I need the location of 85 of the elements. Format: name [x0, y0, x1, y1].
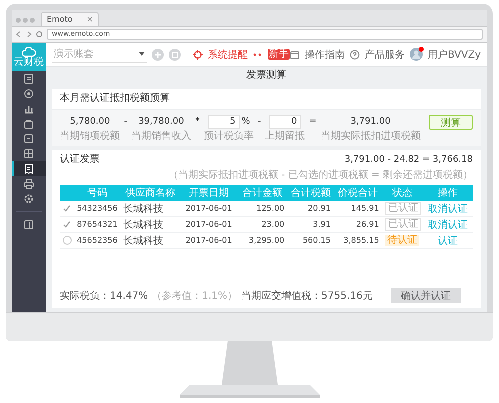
column-header: 合计金额 [237, 185, 288, 201]
reference-text: （参考值：1.1%） [152, 290, 238, 302]
document-icon [23, 72, 35, 84]
table-cell: 长城科技 [120, 232, 181, 248]
table-cell: 23.00 [237, 216, 288, 232]
formula-note: （当期实际抵扣进项税额 - 已勾选的进项税额 = 剩余还需进项税额） [167, 170, 474, 183]
target-icon[interactable] [192, 50, 203, 60]
table-cell: 长城科技 [120, 216, 181, 232]
table-cell: 3.91 [288, 216, 334, 232]
column-header: 号码 [74, 185, 120, 201]
amount-label: 当期销项税额 [60, 131, 120, 142]
table-cell: 3,295.00 [237, 232, 288, 248]
bag-icon [23, 118, 35, 130]
column-header: 合计税额 [288, 185, 334, 201]
gear-icon [23, 192, 35, 204]
more-icon[interactable] [252, 52, 263, 56]
column-header: 价税合计 [334, 185, 382, 201]
sidebar-item[interactable] [12, 161, 46, 176]
navigation-arrows-icon[interactable] [16, 31, 32, 38]
column-header: 状态 [382, 185, 423, 201]
help-icon[interactable] [350, 50, 360, 60]
amount-value: 39,780.00 [138, 116, 184, 129]
status-tag: 待认证 [385, 235, 420, 246]
logo-text: 云财税 [14, 56, 44, 68]
checkbox[interactable] [63, 204, 72, 213]
table-cell: 长城科技 [120, 201, 181, 216]
column-header: 操作 [422, 185, 473, 201]
close-icon[interactable]: × [86, 14, 94, 25]
browser-tab[interactable]: Emoto × [41, 12, 100, 26]
printer-icon [23, 178, 35, 190]
input-field[interactable]: 0 [269, 115, 302, 129]
card-title: 本月需认证抵扣税额预算 [60, 92, 170, 106]
user-name[interactable]: 用户BVVZy [428, 48, 481, 62]
checkbox[interactable] [63, 220, 72, 229]
status-tag: 已认证 [385, 218, 422, 231]
operator-sign: - [124, 116, 128, 129]
unit-label: % [242, 116, 250, 129]
amount-value: 3,791.00 [350, 116, 391, 129]
receipt-icon [23, 162, 35, 174]
table-cell: 20.91 [288, 201, 334, 216]
page-title: 发票测算 [246, 68, 288, 83]
avatar-icon[interactable] [410, 48, 423, 61]
caret-icon [139, 52, 145, 56]
operator-sign: * [195, 116, 200, 129]
operator-sign: = [309, 116, 317, 129]
amount-label: 当期销售收入 [131, 131, 192, 142]
cloud-icon [22, 46, 36, 56]
table-cell: 87654321 [74, 216, 120, 232]
table-cell: 26.91 [334, 216, 382, 232]
box-icon [23, 132, 35, 144]
table-cell: 125.00 [237, 201, 288, 216]
operator-sign: - [258, 116, 262, 129]
input-label: 预计税负率 [204, 131, 254, 142]
status-tag: 已认证 [385, 202, 422, 215]
amount-label: 当期实际抵扣进项税额 [320, 131, 421, 142]
table-cell: 560.15 [288, 232, 334, 248]
table-cell: 54323456 [74, 201, 120, 216]
table-cell: 2017-06-01 [180, 201, 238, 216]
alert-link[interactable]: 系统提醒 [208, 48, 248, 62]
formula-text: 3,791.00 - 24.82 = 3,766.18 [344, 154, 473, 167]
table-cell: 2017-06-01 [180, 216, 238, 232]
checkbox[interactable] [63, 236, 72, 246]
circle-icon [23, 88, 35, 100]
calendar-icon[interactable] [290, 50, 300, 60]
input-field[interactable]: 5 [208, 115, 240, 129]
column-header: 供应商名称 [120, 185, 181, 201]
vat-due-text: 当期应交增值税：5755.16元 [242, 290, 373, 302]
action-link[interactable]: 取消认证 [428, 204, 468, 214]
action-link[interactable]: 取消认证 [428, 220, 468, 230]
card-title: 认证发票 [60, 153, 100, 167]
input-label: 上期留抵 [265, 131, 306, 142]
reload-icon[interactable] [36, 31, 43, 38]
calculate-button[interactable]: 测算 [428, 115, 473, 130]
amount-value: 5,780.00 [70, 116, 110, 129]
guide-link[interactable]: 操作指南 [304, 48, 345, 62]
exit-icon [23, 218, 35, 230]
tax-burden-text: 实际税负：14.47% [60, 290, 148, 302]
table-cell: 2017-06-01 [180, 232, 238, 248]
action-link[interactable]: 认证 [438, 236, 458, 246]
table-cell: 3,855.15 [334, 232, 382, 248]
column-header: 开票日期 [180, 185, 238, 201]
table-cell: 45652356 [74, 232, 120, 248]
table-cell: 145.91 [334, 201, 382, 216]
new-badge: 新手 [268, 49, 290, 60]
service-link[interactable]: 产品服务 [364, 48, 405, 62]
